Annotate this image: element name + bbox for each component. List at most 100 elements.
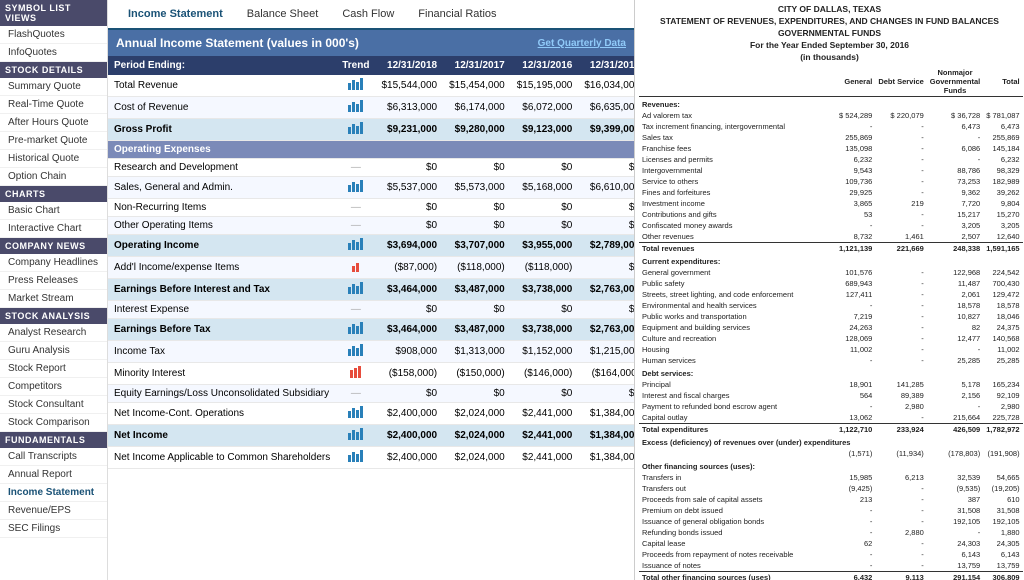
sidebar-item-summary-quote[interactable]: Summary Quote [0, 78, 107, 96]
report-row-label: Ad valorem tax [639, 110, 836, 121]
report-row-t: 165,234 [983, 379, 1022, 390]
sidebar-item-company-headlines[interactable]: Company Headlines [0, 254, 107, 272]
report-row-label [639, 448, 836, 459]
income-row-label: Add'l Income/expense Items [108, 257, 336, 279]
income-row-label: Net Income-Cont. Operations [108, 403, 336, 425]
income-row-label: Earnings Before Interest and Tax [108, 279, 336, 301]
report-row-n: 12,477 [927, 333, 983, 344]
report-total-t: 1,591,165 [983, 243, 1022, 255]
report-row-d: - [875, 143, 926, 154]
report-row-g: 101,576 [836, 267, 875, 278]
sidebar-item-historical-quote[interactable]: Historical Quote [0, 150, 107, 168]
income-row-v4: $1,215,000 [578, 341, 634, 363]
sidebar-item-sec-filings[interactable]: SEC Filings [0, 520, 107, 538]
report-row-d: 89,389 [875, 390, 926, 401]
income-row-v4: $1,384,000 [578, 425, 634, 447]
sidebar-item-income-statement[interactable]: Income Statement [0, 484, 107, 502]
report-row-t: 700,430 [983, 278, 1022, 289]
report-row-n: 2,507 [927, 231, 983, 243]
income-row-label: Cost of Revenue [108, 97, 336, 119]
income-row-v4: $9,399,000 [578, 119, 634, 141]
report-row-n: 82 [927, 322, 983, 333]
report-col-total: Total [983, 67, 1022, 97]
report-row-label: Capital lease [639, 538, 836, 549]
income-row-v1: $0 [375, 385, 443, 403]
sidebar-item-stock-comparison[interactable]: Stock Comparison [0, 414, 107, 432]
income-row-trend: — [336, 385, 375, 403]
sidebar-item-infoquotes[interactable]: InfoQuotes [0, 44, 107, 62]
report-row-d: $ 220,079 [875, 110, 926, 121]
income-section-header: Operating Expenses [108, 141, 634, 159]
sidebar-item-revenue-eps[interactable]: Revenue/EPS [0, 502, 107, 520]
income-row-trend: — [336, 301, 375, 319]
report-row-label: Public safety [639, 278, 836, 289]
report-row-d: - [875, 300, 926, 311]
report-row-d: - [875, 355, 926, 366]
sidebar-item-option-chain[interactable]: Option Chain [0, 168, 107, 186]
sidebar-item-market-stream[interactable]: Market Stream [0, 290, 107, 308]
sidebar-item-flashquotes[interactable]: FlashQuotes [0, 26, 107, 44]
income-row-v1: $3,464,000 [375, 319, 443, 341]
report-row-t: 12,640 [983, 231, 1022, 243]
report-row-d: 1,461 [875, 231, 926, 243]
report-row-g: 8,732 [836, 231, 875, 243]
income-row-label: Interest Expense [108, 301, 336, 319]
tab-income-statement[interactable]: Income Statement [116, 0, 235, 30]
sidebar-item-call-transcripts[interactable]: Call Transcripts [0, 448, 107, 466]
sidebar-item-after-hours-quote[interactable]: After Hours Quote [0, 114, 107, 132]
report-row-t: 6,473 [983, 121, 1022, 132]
report-row-d: - [875, 483, 926, 494]
report-row-t: $ 781,087 [983, 110, 1022, 121]
report-row-n: 13,759 [927, 560, 983, 572]
report-row-label: Equipment and building services [639, 322, 836, 333]
report-row-g: 29,925 [836, 187, 875, 198]
income-row-label: Income Tax [108, 341, 336, 363]
report-row-t: 11,002 [983, 344, 1022, 355]
sidebar-item-interactive-chart[interactable]: Interactive Chart [0, 220, 107, 238]
report-row-t: 15,270 [983, 209, 1022, 220]
report-row-label: Housing [639, 344, 836, 355]
report-row-d: - [875, 278, 926, 289]
report-row-n: 18,578 [927, 300, 983, 311]
report-row-g: 109,736 [836, 176, 875, 187]
get-quarterly-button[interactable]: Get Quarterly Data [538, 38, 626, 49]
income-row-v3: $3,955,000 [511, 235, 579, 257]
income-row-v1: $15,544,000 [375, 75, 443, 97]
report-row-label: Service to others [639, 176, 836, 187]
sidebar-item-premarket-quote[interactable]: Pre-market Quote [0, 132, 107, 150]
income-row-label: Minority Interest [108, 363, 336, 385]
income-row-v2: $9,280,000 [443, 119, 511, 141]
sidebar-item-competitors[interactable]: Competitors [0, 378, 107, 396]
sidebar-item-guru-analysis[interactable]: Guru Analysis [0, 342, 107, 360]
sidebar-item-stock-report[interactable]: Stock Report [0, 360, 107, 378]
income-row-v3: $0 [511, 217, 579, 235]
sidebar-item-basic-chart[interactable]: Basic Chart [0, 202, 107, 220]
report-total-g: 1,122,710 [836, 424, 875, 436]
report-row-t: 224,542 [983, 267, 1022, 278]
report-row-d: 219 [875, 198, 926, 209]
income-row-v3: ($118,000) [511, 257, 579, 279]
tab-financial-ratios[interactable]: Financial Ratios [406, 0, 508, 30]
sidebar-item-stock-consultant[interactable]: Stock Consultant [0, 396, 107, 414]
tab-balance-sheet[interactable]: Balance Sheet [235, 0, 331, 30]
tab-cash-flow[interactable]: Cash Flow [330, 0, 406, 30]
report-row-n: - [927, 344, 983, 355]
income-row-v3: $3,738,000 [511, 279, 579, 301]
income-row-label: Earnings Before Tax [108, 319, 336, 341]
income-row-label: Sales, General and Admin. [108, 177, 336, 199]
report-row-n: 6,143 [927, 549, 983, 560]
report-row-t: 129,472 [983, 289, 1022, 300]
report-row-n: 3,205 [927, 220, 983, 231]
income-row-v3: $2,441,000 [511, 403, 579, 425]
sidebar-item-realtime-quote[interactable]: Real-Time Quote [0, 96, 107, 114]
sidebar-item-analyst-research[interactable]: Analyst Research [0, 324, 107, 342]
report-row-t: 2,980 [983, 401, 1022, 412]
report-row-g: 564 [836, 390, 875, 401]
income-row-v4: $0 [578, 217, 634, 235]
report-row-label: Intergovernmental [639, 165, 836, 176]
income-table: Period Ending: Trend 12/31/2018 12/31/20… [108, 56, 634, 469]
sidebar-item-press-releases[interactable]: Press Releases [0, 272, 107, 290]
income-row-v4: $6,635,000 [578, 97, 634, 119]
sidebar-item-annual-report[interactable]: Annual Report [0, 466, 107, 484]
col-trend: Trend [336, 56, 375, 75]
